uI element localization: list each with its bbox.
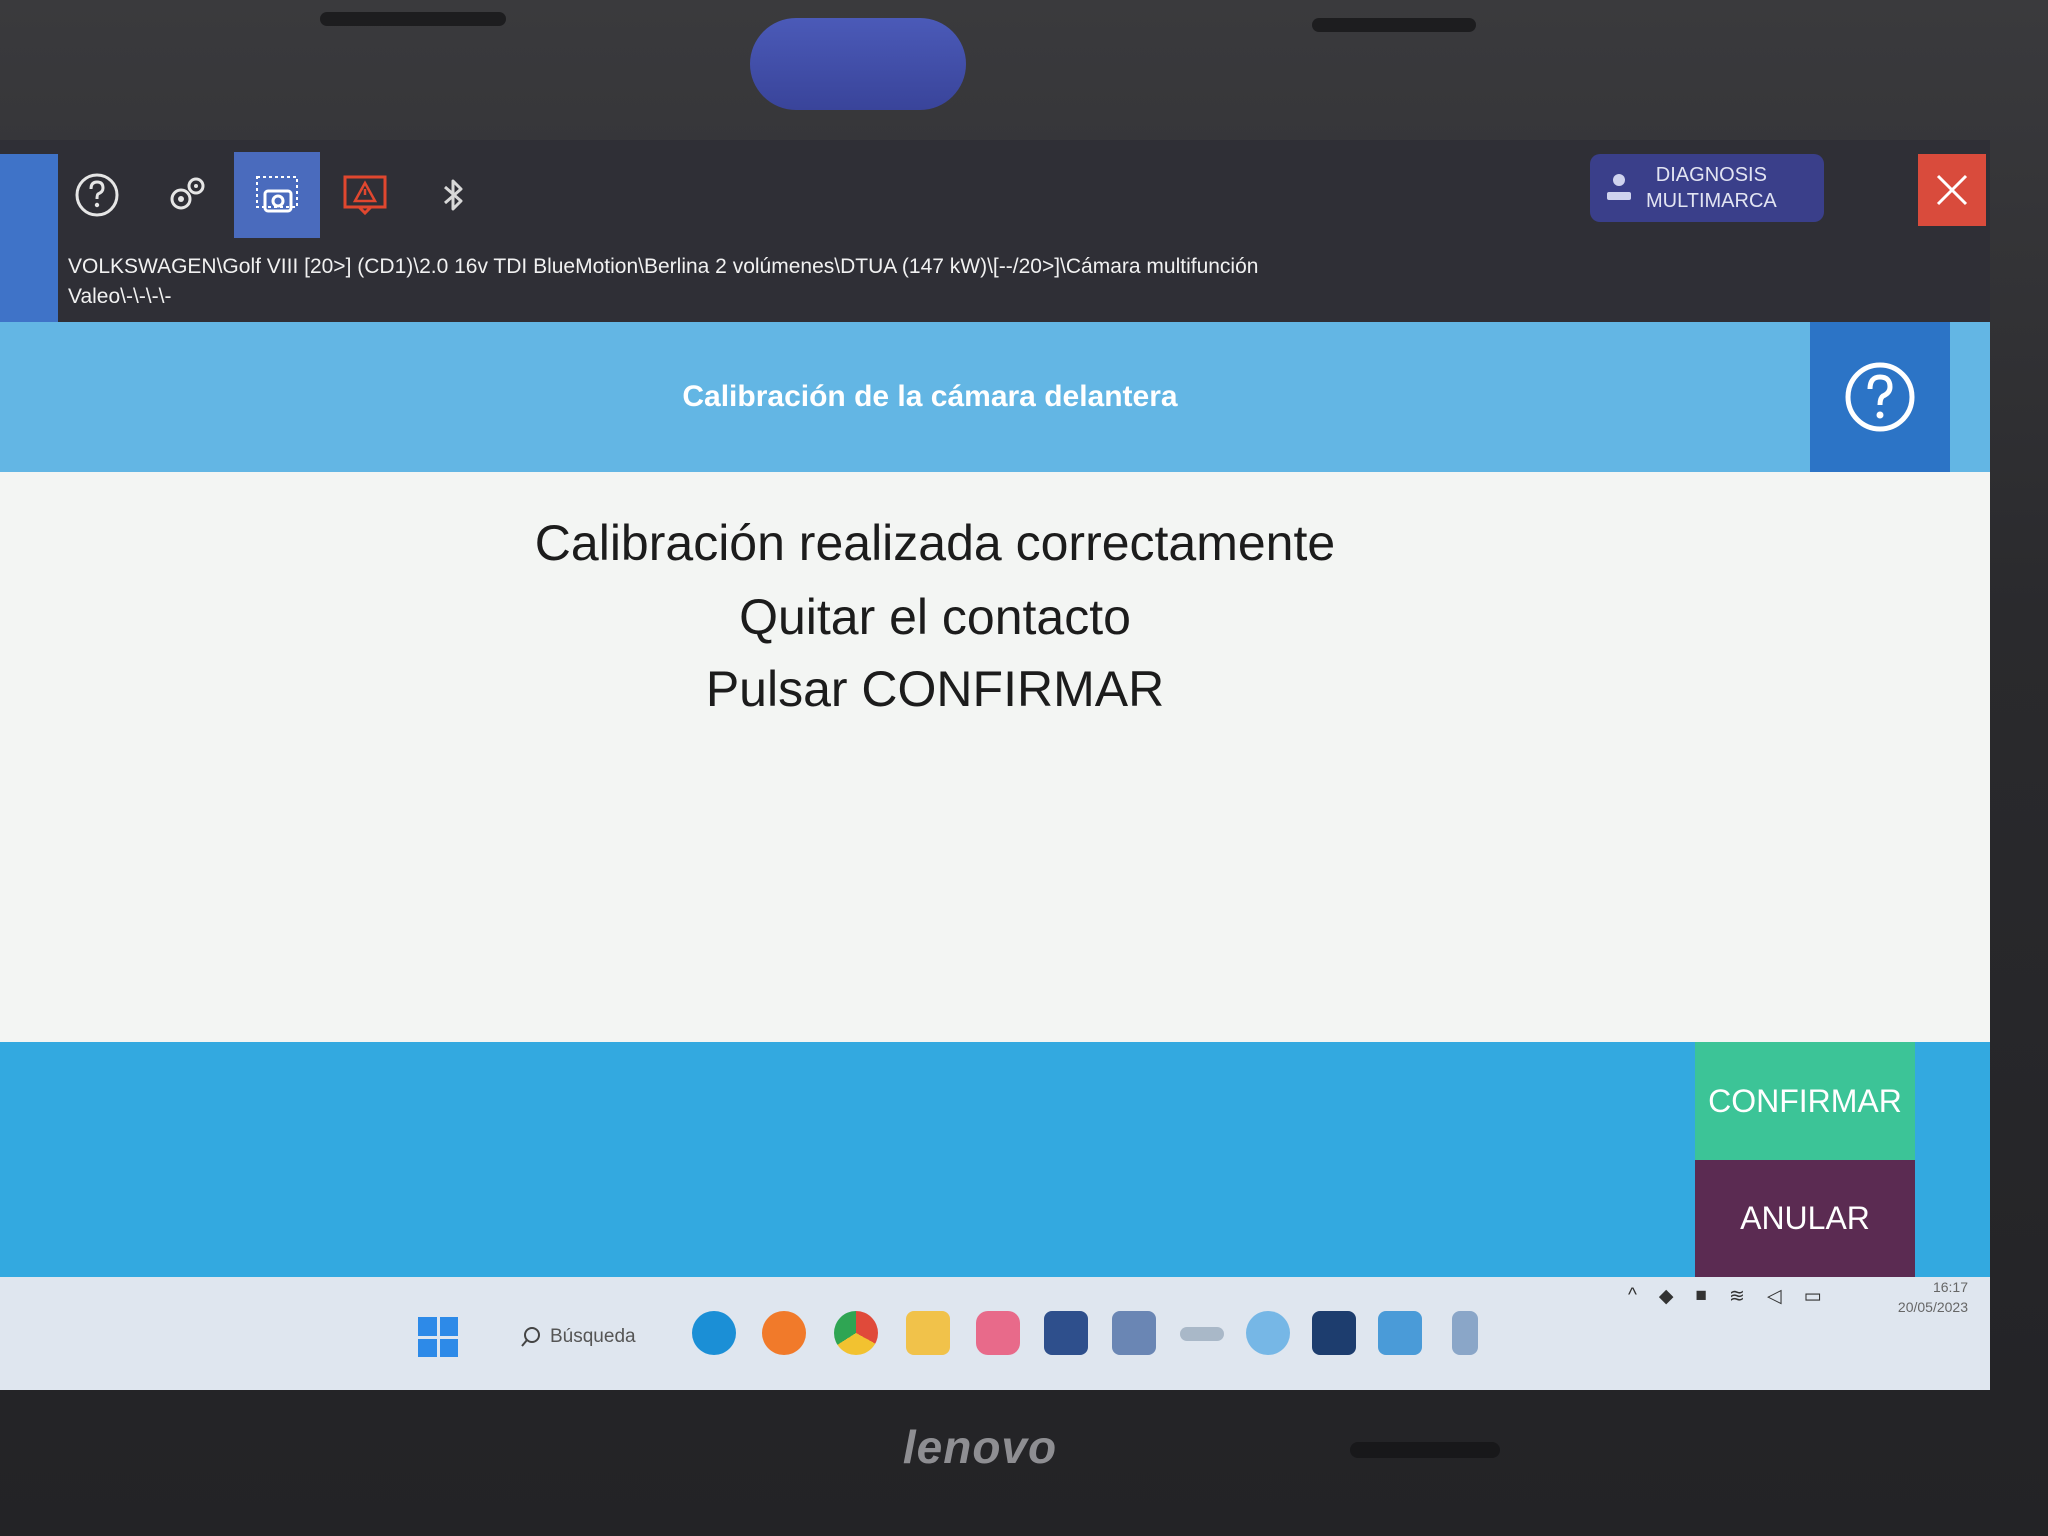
laptop-brand-logo: lenovo [902,1421,1058,1473]
user-icon [1607,174,1631,200]
help-button[interactable] [1810,322,1950,472]
search-icon [521,1327,540,1347]
help-icon [75,173,119,217]
volume-icon[interactable]: ◁ [1767,1285,1782,1308]
warning-toolbar-button[interactable] [322,152,408,238]
brand-button-line2: MULTIMARCA [1646,190,1777,212]
onedrive-icon[interactable] [1246,1311,1290,1355]
screen: DIAGNOSIS MULTIMARCA VOLKSWAGEN\Golf VII… [0,140,1990,1390]
close-button[interactable] [1918,154,1986,226]
warning-icon [343,175,387,216]
title-band: Calibración de la cámara delantera [0,322,1990,472]
file-explorer-icon[interactable] [906,1311,950,1355]
gift-icon[interactable]: ■ [1696,1285,1707,1307]
clock-date: 20/05/2023 [1897,1299,1968,1315]
back-tab[interactable] [0,154,58,322]
vehicle-breadcrumb: VOLKSWAGEN\Golf VIII [20>] (CD1)\2.0 16v… [68,252,1258,312]
clock-time: 16:17 [1932,1279,1968,1295]
windows-logo-tile [418,1338,437,1357]
page-title: Calibración de la cámara delantera [682,380,1178,413]
user-app-icon[interactable] [1452,1311,1478,1355]
question-icon [1845,362,1915,432]
idc-app-icon[interactable] [1312,1311,1356,1355]
hinge-left [320,12,506,26]
message-line-1: Calibración realizada correctamente [534,515,1336,571]
taskbar-clock[interactable]: 16:17 20/05/2023 [1848,1277,1968,1317]
taskbar-search[interactable]: Búsqueda [520,1319,636,1355]
cancel-button[interactable]: ANULAR [1695,1160,1915,1277]
close-icon [1936,174,1968,206]
message-line-2: Quitar el contacto [739,589,1131,645]
help-toolbar-button[interactable] [54,152,140,238]
system-tray: ^ ◆ ■ ≋ ◁ ▭ [1628,1279,1822,1313]
bezel-bump [1350,1442,1500,1458]
diagnosis-multibrand-button[interactable]: DIAGNOSIS MULTIMARCA [1590,154,1824,222]
wifi-icon[interactable]: ≋ [1729,1285,1745,1308]
vehicle-app-icon[interactable] [1378,1311,1422,1355]
message-panel: Calibración realizada correctamente Quit… [0,472,1990,1042]
search-label: Búsqueda [550,1326,636,1347]
screenshot-toolbar-button[interactable] [234,152,320,238]
firefox-icon[interactable] [762,1311,806,1355]
windows-logo-tile [439,1317,458,1336]
hinge-right [1312,18,1476,32]
action-band: CONFIRMAR ANULAR [0,1042,1990,1277]
breadcrumb-line1: VOLKSWAGEN\Golf VIII [20>] (CD1)\2.0 16v… [68,255,1259,278]
sticky-notes-icon[interactable] [1044,1311,1088,1355]
settings-icon [170,177,205,210]
security-icon[interactable]: ◆ [1659,1285,1674,1308]
windows-taskbar: Búsqueda ^ ◆ ■ ≋ ◁ ▭ 16:17 20/05/2023 [0,1277,1990,1390]
chevron-up-icon[interactable]: ^ [1628,1285,1637,1307]
windows-logo-tile [418,1317,437,1336]
bluetooth-toolbar-button[interactable] [410,152,496,238]
app-toolbar: DIAGNOSIS MULTIMARCA VOLKSWAGEN\Golf VII… [0,140,1990,322]
snipping-tool-icon[interactable] [976,1311,1020,1355]
cable-app-icon[interactable] [1180,1327,1224,1341]
calculator-icon[interactable] [1112,1311,1156,1355]
bluetooth-icon [444,179,463,211]
confirm-button[interactable]: CONFIRMAR [1695,1042,1915,1160]
brand-button-line1: DIAGNOSIS [1655,164,1767,186]
screenshot-icon [256,176,298,213]
start-button[interactable] [418,1317,458,1357]
settings-toolbar-button[interactable] [144,152,230,238]
network-icon[interactable]: ▭ [1804,1285,1822,1308]
chrome-icon[interactable] [834,1311,878,1355]
message-line-3: Pulsar CONFIRMAR [705,661,1165,717]
breadcrumb-line2: Valeo\-\-\-\- [68,285,172,308]
windows-logo-tile [439,1338,458,1357]
edge-icon[interactable] [692,1311,736,1355]
webcam-cover [750,18,966,110]
